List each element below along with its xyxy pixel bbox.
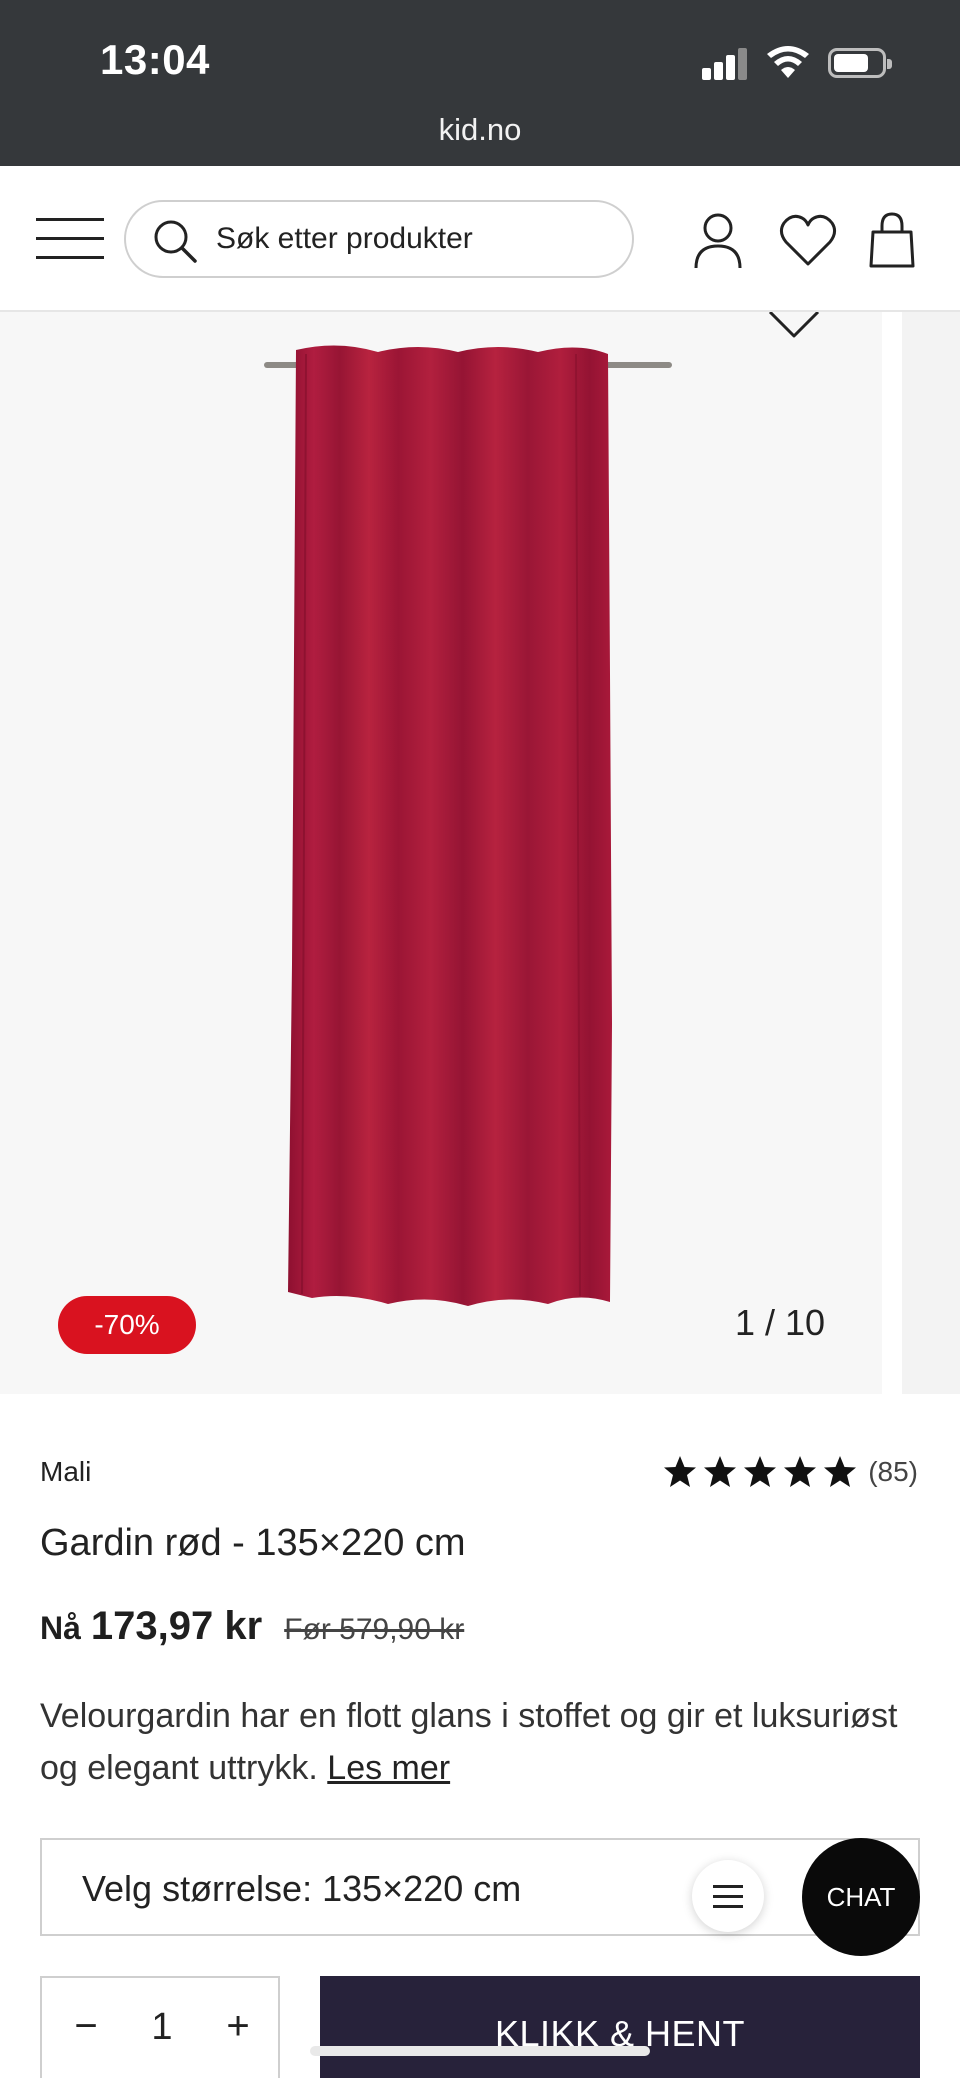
next-product-image[interactable] <box>902 312 960 1394</box>
price-now-label: Nå <box>40 1610 81 1646</box>
product-description: Velourgardin har en flott glans i stoffe… <box>40 1690 920 1794</box>
cellular-signal-icon <box>702 46 748 80</box>
shopping-bag-icon[interactable] <box>868 210 916 270</box>
account-icon[interactable] <box>690 210 746 270</box>
star-icon <box>784 1456 817 1487</box>
search-bar[interactable] <box>124 200 634 278</box>
price-now: 173,97 kr <box>90 1604 263 1648</box>
image-counter: 1 / 10 <box>734 1302 826 1343</box>
product-title: Gardin rød - 135×220 cm <box>40 1522 466 1564</box>
browser-url[interactable]: kid.no <box>0 112 960 148</box>
slide-divider <box>882 312 902 1394</box>
rating-count: (85) <box>868 1456 918 1487</box>
description-text: Velourgardin har en flott glans i stoffe… <box>40 1697 898 1787</box>
product-brand[interactable]: Mali <box>40 1456 91 1488</box>
click-and-collect-button[interactable]: KLIKK & HENT <box>320 1976 920 2078</box>
battery-icon <box>828 48 892 78</box>
quantity-increase-button[interactable]: + <box>218 2004 258 2049</box>
search-icon <box>154 220 197 263</box>
size-select[interactable]: Velg størrelse: 135×220 cm <box>40 1838 920 1936</box>
product-image[interactable]: -70% 1 / 10 <box>0 312 882 1394</box>
curtain-image <box>264 345 672 1306</box>
wifi-icon <box>767 46 809 78</box>
discount-badge: -70% <box>58 1296 196 1354</box>
menu-icon[interactable] <box>36 218 104 260</box>
quantity-decrease-button[interactable]: − <box>66 2004 106 2049</box>
product-rating[interactable]: (85) <box>662 1452 918 1492</box>
chat-button[interactable]: CHAT <box>802 1838 920 1956</box>
read-more-link[interactable]: Les mer <box>327 1749 450 1787</box>
status-bar: 13:04 kid.no <box>0 0 960 166</box>
star-icon <box>664 1456 697 1487</box>
home-indicator <box>310 2046 650 2056</box>
search-input[interactable] <box>216 212 616 266</box>
price-row: Nå 173,97 kr Før 579,90 kr <box>40 1604 464 1649</box>
favorite-heart-icon[interactable] <box>766 312 822 344</box>
site-header <box>0 166 960 312</box>
quantity-value[interactable]: 1 <box>132 2006 192 2049</box>
star-icon <box>704 1456 737 1487</box>
quick-menu-button[interactable] <box>692 1860 764 1932</box>
star-icon <box>744 1456 777 1487</box>
clock: 13:04 <box>100 36 210 83</box>
price-before: Før 579,90 kr <box>284 1613 465 1646</box>
wishlist-heart-icon[interactable] <box>778 210 838 270</box>
product-image-gallery[interactable]: -70% 1 / 10 <box>0 312 960 1394</box>
star-icon <box>824 1456 857 1487</box>
quantity-stepper: − 1 + <box>40 1976 280 2078</box>
size-select-label: Velg størrelse: 135×220 cm <box>82 1868 522 1909</box>
